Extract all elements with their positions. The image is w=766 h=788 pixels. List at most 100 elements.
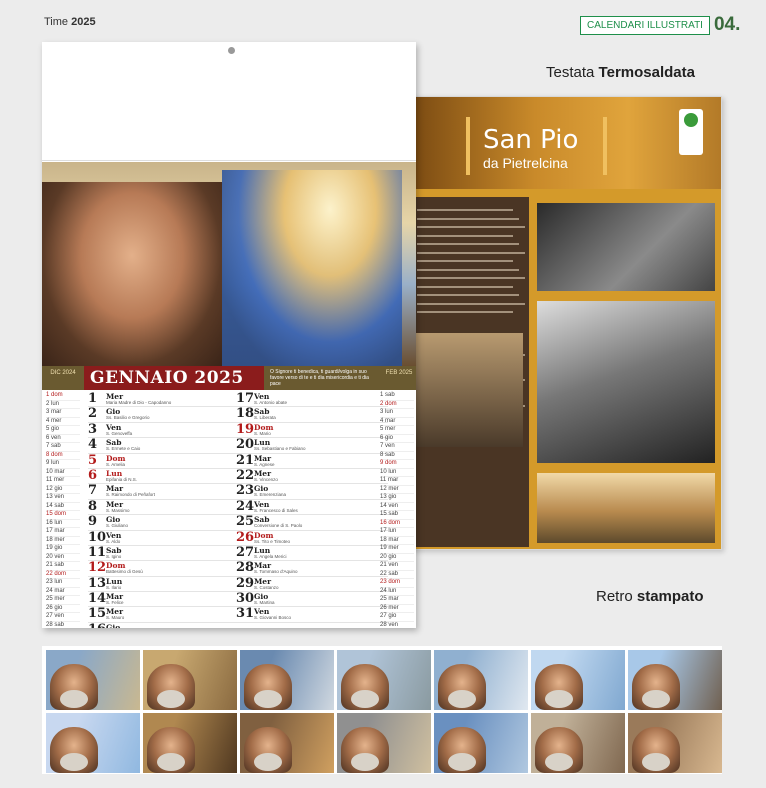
text-line: [417, 285, 513, 288]
saint-name: S. Emerenziana: [254, 492, 287, 498]
mini-day: 6 ven: [46, 435, 80, 443]
day-row: 25 Sab Conversione di S. Paolo: [236, 515, 388, 531]
saint-name: S. Raimondo di Peñafort: [106, 492, 156, 498]
caption-bottom-bold: stampato: [636, 588, 704, 605]
day-row: 23 Gio S. Emerenziana: [236, 483, 388, 500]
mini-day: 19 gio: [46, 545, 80, 554]
mini-day: 11 mer: [46, 477, 80, 486]
days-column-right: 17 Ven S. Antonio abate 18 Sab S. Liberata 19 D…: [236, 392, 388, 623]
mini-day: 6 gio: [380, 435, 414, 443]
day-row: 13 Lun S. Ilario: [88, 575, 240, 593]
day-row: 9 Gio S. Giuliano: [88, 514, 240, 531]
month-header: GENNAIO 2025 DIC 2024 FEB 2025 O Signore…: [42, 366, 416, 390]
month-thumbnail: [434, 650, 528, 710]
day-row: 22 Mer S. Vincenzo: [236, 468, 388, 485]
saint-name: S. Tommaso d'Aquino: [254, 569, 298, 575]
mini-day: 16 lun: [46, 520, 80, 528]
mini-day: 10 lun: [380, 469, 414, 477]
mini-day: 20 gio: [380, 554, 414, 562]
back-calendar: San Pio da Pietrelcina: [410, 96, 722, 550]
day-row: 21 Mar S. Agnese: [236, 452, 388, 469]
mini-day: 13 gio: [380, 494, 414, 503]
day-row: 28 Mar S. Tommaso d'Aquino: [236, 560, 388, 577]
saint-name: S. Antonio abate: [254, 400, 288, 405]
mini-day: 14 ven: [380, 503, 414, 511]
mini-day: 5 gio: [46, 426, 80, 435]
saint-name: S. Mario: [254, 430, 271, 436]
prev-month-label: DIC 2024: [50, 370, 76, 376]
saint-name: Epifania di N.S.: [106, 476, 138, 482]
mini-day: 20 ven: [46, 554, 80, 562]
day-number: 28: [236, 560, 255, 576]
month-thumbnail: [46, 713, 140, 773]
mini-day: 10 mar: [46, 469, 80, 477]
day-number: 21: [236, 452, 255, 468]
day-row: 11 Sab S. Igino: [88, 545, 240, 562]
section-label: CALENDARI ILLUSTRATI: [580, 15, 710, 35]
day-row: 18 Sab S. Liberata: [236, 407, 388, 423]
mini-day: 27 gio: [380, 613, 414, 622]
month-thumbnail: [46, 650, 140, 710]
mini-day: 15 sab: [380, 511, 414, 520]
beard-shape: [60, 690, 88, 708]
month-thumbnail: [337, 650, 431, 710]
beard-shape: [60, 753, 88, 771]
day-number: 10: [88, 529, 107, 545]
mini-day: 7 ven: [380, 443, 414, 452]
day-number: 9: [88, 514, 98, 530]
brand-prefix: Time: [44, 16, 69, 28]
month-thumbnail: [434, 713, 528, 773]
mini-day: 22 dom: [46, 571, 80, 579]
mini-day: 17 mar: [46, 528, 80, 537]
mini-day: 8 sab: [380, 452, 414, 460]
prev-month-list: 1 dom 2 lun 3 mar 4 mer 5 gio 6 ven 7 sab 8 dom…: [46, 392, 80, 628]
mini-day: 16 dom: [380, 520, 414, 528]
mini-day: 21 sab: [46, 562, 80, 571]
mini-day: 22 sab: [380, 571, 414, 579]
saint-name: S. Ilario: [106, 584, 122, 590]
mini-day: 5 mer: [380, 426, 414, 435]
saint-name: S. Genoveffa: [106, 430, 133, 436]
day-number: 23: [236, 483, 255, 499]
saint-name: S. Felice: [106, 600, 124, 606]
mini-day: 21 ven: [380, 562, 414, 571]
month-thumbnail: [143, 650, 237, 710]
saint-name: S. Giuliano: [106, 523, 129, 529]
beard-shape: [254, 690, 282, 708]
day-number: 29: [236, 575, 255, 591]
mini-day: 28 ven: [380, 622, 414, 629]
day-row: 14 Mar S. Felice: [88, 591, 240, 608]
beard-shape: [351, 753, 379, 771]
day-row: 8 Mer S. Massimo: [88, 499, 240, 516]
day-number: 17: [236, 391, 255, 406]
mini-day: 28 sab: [46, 622, 80, 629]
text-line: [417, 243, 519, 245]
brand-label: Time 2025: [44, 16, 96, 28]
month-thumbnail: [240, 713, 334, 773]
beard-shape: [448, 690, 476, 708]
day-number: 14: [88, 591, 107, 607]
text-line: [417, 209, 513, 211]
day-row: 1 Mer Maria Madre di Dio - Capodanno: [88, 392, 240, 408]
caption-top-bold: Termosaldata: [598, 64, 695, 81]
month-thumbnail: [240, 650, 334, 710]
saint-name: S. Massimo: [106, 507, 130, 513]
text-line: [417, 277, 525, 279]
month-thumbnail: [337, 713, 431, 773]
day-row: 3 Ven S. Genoveffa: [88, 422, 240, 439]
mini-day: 24 lun: [380, 588, 414, 596]
month-thumbnail: [531, 713, 625, 773]
text-line: [417, 226, 525, 228]
day-row: 10 Ven S. Aldo: [88, 529, 240, 546]
mini-day: 2 dom: [380, 401, 414, 409]
mini-day: 25 mar: [380, 596, 414, 605]
beard-shape: [642, 690, 670, 708]
day-number: 13: [88, 575, 107, 591]
mini-day: 26 mer: [380, 605, 414, 613]
mini-day: 12 mer: [380, 486, 414, 494]
next-month-label: FEB 2025: [385, 370, 413, 376]
jesus-figure: [222, 170, 402, 366]
day-row: 20 Lun Ss. Sebastiano e Fabiano: [236, 438, 388, 454]
day-number: 12: [88, 560, 107, 576]
month-title: GENNAIO 2025: [90, 368, 244, 388]
